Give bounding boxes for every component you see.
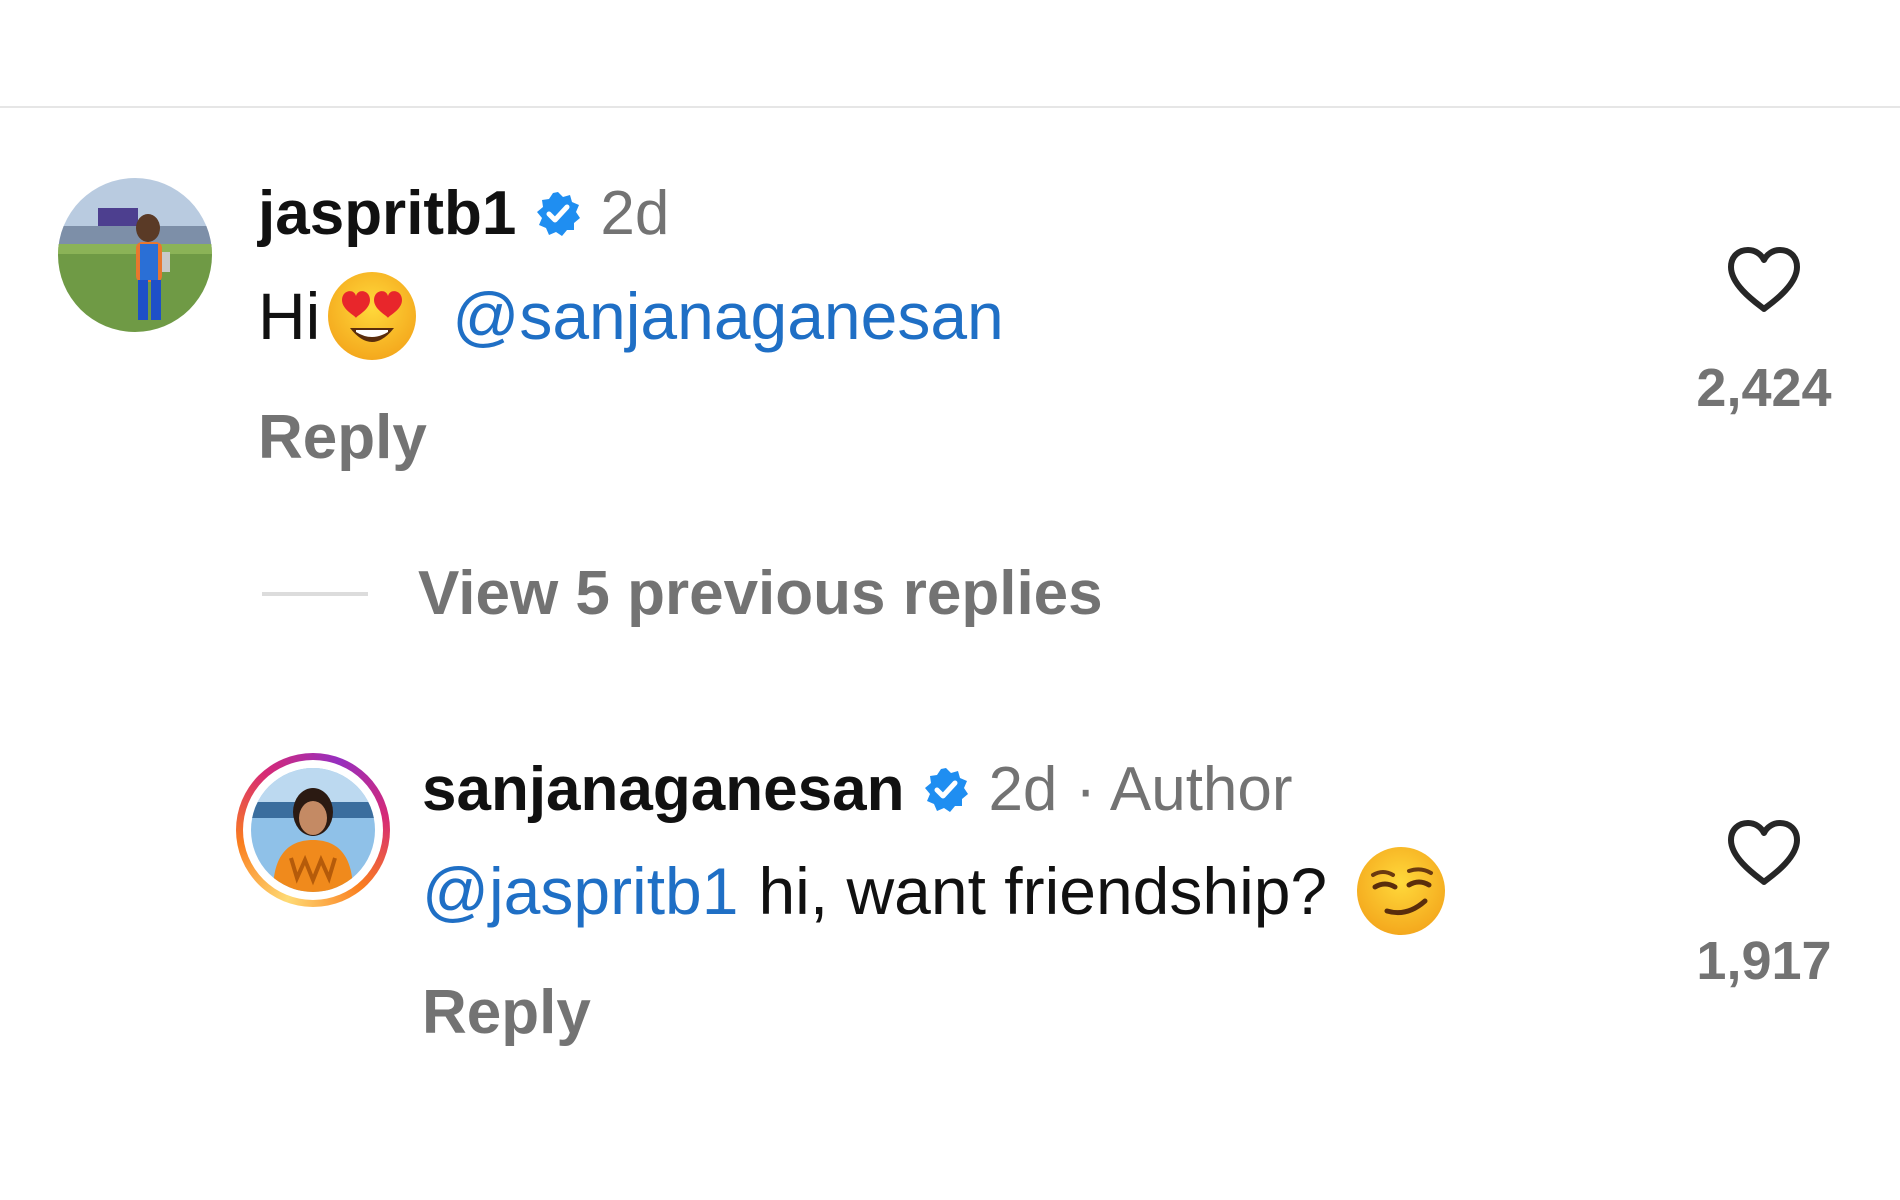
- timestamp: 2d: [600, 179, 670, 248]
- verified-badge-icon: [922, 766, 970, 814]
- comment-text: Hi: [258, 279, 321, 353]
- avatar[interactable]: [58, 178, 212, 332]
- like-count: 2,424: [1696, 358, 1832, 418]
- author-tag: · Author: [1075, 755, 1293, 824]
- reply-button[interactable]: Reply: [258, 407, 427, 469]
- heart-icon[interactable]: [1725, 245, 1803, 315]
- reply-button[interactable]: Reply: [422, 982, 591, 1044]
- avatar: [251, 768, 375, 892]
- timestamp: 2d: [988, 755, 1058, 824]
- view-previous-replies[interactable]: View 5 previous replies: [262, 563, 1103, 625]
- username[interactable]: sanjanaganesan: [422, 759, 904, 821]
- top-divider: [0, 106, 1900, 108]
- heart-icon[interactable]: [1725, 818, 1803, 888]
- username[interactable]: jaspritb1: [258, 183, 516, 245]
- verified-badge-icon: [534, 190, 582, 238]
- mention-link[interactable]: @jaspritb1: [422, 858, 738, 924]
- replies-divider: [262, 592, 368, 596]
- mention-link[interactable]: @sanjanaganesan: [452, 283, 1003, 349]
- smirk-emoji: [1355, 845, 1447, 937]
- heart-eyes-emoji: [326, 270, 418, 362]
- story-ring[interactable]: [236, 753, 390, 907]
- like-count: 1,917: [1696, 931, 1832, 991]
- view-replies-label: View 5 previous replies: [418, 559, 1103, 628]
- comment-text: hi, want friendship?: [758, 854, 1328, 928]
- like-control: 1,917: [1684, 818, 1844, 988]
- like-control: 2,424: [1684, 245, 1844, 415]
